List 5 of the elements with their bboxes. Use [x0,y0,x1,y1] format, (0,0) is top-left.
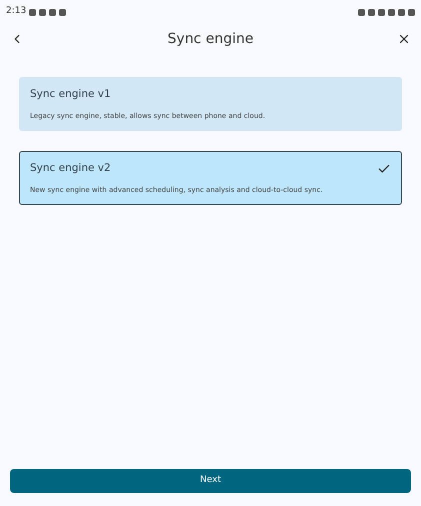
status-time: 2:13 [6,5,26,18]
option-title: Sync engine v1 [30,86,111,102]
option-title: Sync engine v2 [30,160,111,176]
page-title: Sync engine [168,30,254,48]
next-button[interactable]: Next [10,469,411,493]
